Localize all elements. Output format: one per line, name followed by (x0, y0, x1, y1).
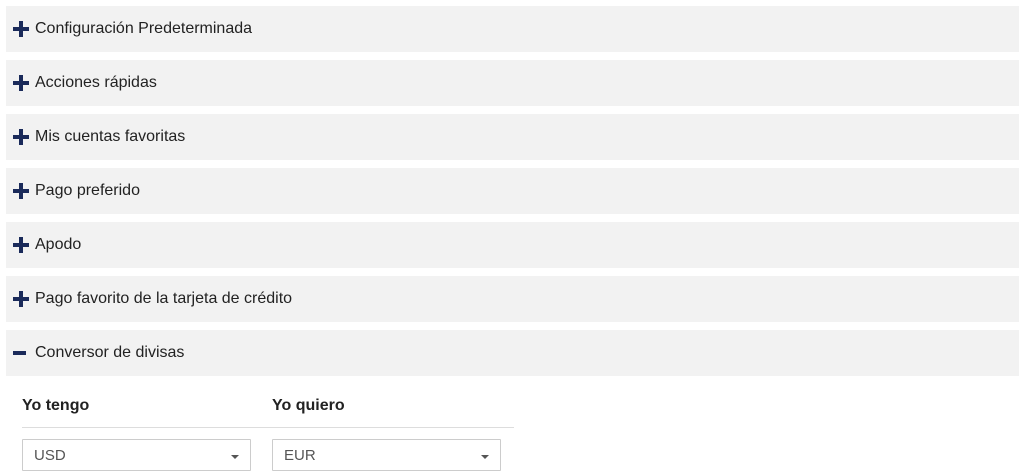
currency-converter: Yo tengo Yo quiero USD EUR (22, 384, 514, 471)
section-label: Apodo (35, 236, 82, 253)
have-label: Yo tengo (22, 396, 90, 414)
section-apodo[interactable]: Apodo (6, 222, 1019, 268)
plus-icon (12, 20, 30, 38)
section-label: Configuración Predeterminada (35, 20, 253, 37)
have-currency-select[interactable]: USD (22, 439, 251, 471)
plus-icon (12, 128, 30, 146)
converter-selects: USD EUR (22, 439, 514, 471)
plus-icon (12, 74, 30, 92)
section-pago-preferido[interactable]: Pago preferido (6, 168, 1019, 214)
minus-icon (12, 344, 30, 362)
section-label: Pago favorito de la tarjeta de crédito (35, 290, 293, 307)
want-label: Yo quiero (272, 396, 345, 414)
plus-icon (12, 290, 30, 308)
caret-down-icon (231, 454, 239, 459)
converter-headers: Yo tengo Yo quiero (22, 384, 514, 428)
plus-icon (12, 182, 30, 200)
settings-accordion: Configuración Predeterminada Acciones rá… (6, 6, 1019, 384)
have-currency-value: USD (34, 446, 66, 464)
want-currency-select[interactable]: EUR (272, 439, 501, 471)
section-label: Pago preferido (35, 182, 140, 199)
section-mis-cuentas-favoritas[interactable]: Mis cuentas favoritas (6, 114, 1019, 160)
want-currency-value: EUR (284, 446, 316, 464)
caret-down-icon (481, 454, 489, 459)
section-acciones-rapidas[interactable]: Acciones rápidas (6, 60, 1019, 106)
section-conversor-de-divisas[interactable]: Conversor de divisas (6, 330, 1019, 376)
section-label: Acciones rápidas (35, 74, 157, 91)
section-pago-favorito-tarjeta[interactable]: Pago favorito de la tarjeta de crédito (6, 276, 1019, 322)
section-configuracion-predeterminada[interactable]: Configuración Predeterminada (6, 6, 1019, 52)
section-label: Mis cuentas favoritas (35, 128, 186, 145)
plus-icon (12, 236, 30, 254)
section-label: Conversor de divisas (35, 344, 185, 361)
